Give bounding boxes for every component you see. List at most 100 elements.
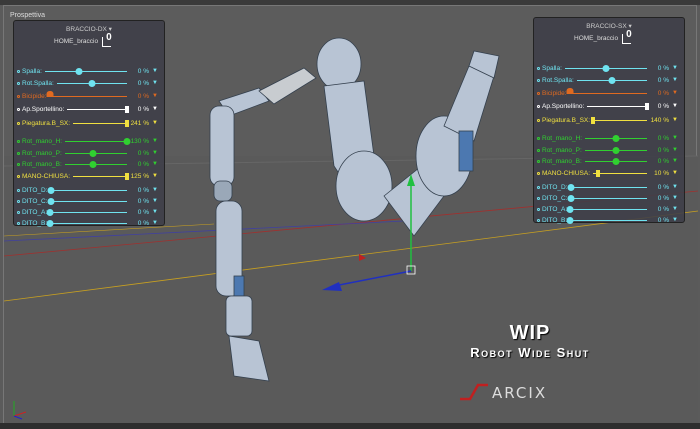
keyframe-dot[interactable] (17, 221, 20, 225)
slider-handle[interactable] (608, 76, 616, 84)
chevron-down-icon[interactable]: ▼ (669, 147, 681, 153)
chevron-down-icon[interactable]: ▼ (669, 184, 681, 190)
slider-handle[interactable] (566, 216, 574, 224)
slider-handle[interactable] (46, 90, 54, 97)
slider-track[interactable] (44, 67, 127, 75)
slider-track[interactable] (73, 119, 129, 127)
keyframe-dot[interactable] (537, 91, 540, 95)
slider-track[interactable] (46, 208, 127, 216)
chevron-down-icon[interactable]: ▼ (149, 120, 161, 126)
keyframe-dot[interactable] (537, 136, 540, 140)
keyframe-dot[interactable] (17, 107, 20, 111)
slider-handle[interactable] (602, 64, 610, 72)
slider-value[interactable]: 0 % (649, 158, 669, 165)
slider-track[interactable] (47, 197, 127, 205)
slider-handle[interactable] (123, 137, 131, 145)
home-button[interactable]: HOME_braccio 0 (54, 32, 113, 48)
slider-value[interactable]: 0 % (649, 184, 669, 191)
panel-title[interactable]: BRACCIO-SX ▾ (534, 22, 684, 30)
slider-value[interactable]: 0 % (129, 150, 149, 157)
slider-track[interactable] (566, 216, 647, 224)
slider-track[interactable] (64, 160, 127, 168)
chevron-down-icon[interactable]: ▼ (149, 150, 161, 156)
slider-handle[interactable] (75, 67, 83, 75)
slider-value[interactable]: 125 % (129, 173, 149, 180)
keyframe-dot[interactable] (17, 69, 20, 73)
keyframe-dot[interactable] (537, 171, 540, 175)
chevron-down-icon[interactable]: ▼ (669, 65, 681, 71)
chevron-down-icon[interactable]: ▼ (669, 90, 681, 96)
slider-value[interactable]: 0 % (129, 198, 149, 205)
slider-track[interactable] (567, 194, 647, 202)
slider-track[interactable] (593, 169, 647, 177)
keyframe-dot[interactable] (17, 162, 20, 166)
panel-title[interactable]: BRACCIO-DX ▾ (14, 25, 164, 33)
slider-value[interactable]: 0 % (649, 135, 669, 142)
home-button[interactable]: HOME_braccio 0 (574, 29, 633, 45)
slider-track[interactable] (566, 205, 647, 213)
slider-track[interactable] (585, 134, 647, 142)
chevron-down-icon[interactable]: ▼ (149, 68, 161, 74)
keyframe-dot[interactable] (17, 139, 20, 143)
timeline-ruler[interactable] (0, 423, 700, 429)
slider-handle[interactable] (89, 160, 97, 168)
slider-value[interactable]: 0 % (129, 93, 149, 100)
slider-handle[interactable] (566, 205, 574, 213)
keyframe-dot[interactable] (17, 81, 20, 85)
slider-value[interactable]: 0 % (129, 80, 149, 87)
slider-handle[interactable] (612, 157, 620, 165)
slider-handle[interactable] (596, 169, 601, 177)
slider-handle[interactable] (47, 197, 55, 205)
keyframe-dot[interactable] (537, 159, 540, 163)
slider-track[interactable] (46, 219, 127, 227)
chevron-down-icon[interactable]: ▼ (149, 161, 161, 167)
slider-handle[interactable] (46, 208, 54, 216)
slider-track[interactable] (564, 64, 647, 72)
slider-handle[interactable] (567, 194, 575, 202)
slider-value[interactable]: 0 % (649, 147, 669, 154)
slider-track[interactable] (64, 149, 127, 157)
slider-value[interactable]: 0 % (649, 90, 669, 97)
keyframe-dot[interactable] (17, 94, 20, 98)
chevron-down-icon[interactable]: ▼ (149, 187, 161, 193)
keyframe-dot[interactable] (537, 207, 540, 211)
slider-track[interactable] (584, 146, 647, 154)
slider-handle[interactable] (612, 134, 620, 142)
chevron-down-icon[interactable]: ▼ (669, 77, 681, 83)
slider-handle[interactable] (47, 186, 55, 194)
slider-track[interactable] (584, 157, 647, 165)
slider-value[interactable]: 0 % (649, 103, 669, 110)
slider-value[interactable]: 0 % (649, 77, 669, 84)
slider-value[interactable]: 0 % (649, 217, 669, 224)
slider-handle[interactable] (566, 87, 574, 94)
slider-handle[interactable] (88, 79, 96, 87)
keyframe-dot[interactable] (17, 151, 20, 155)
keyframe-dot[interactable] (537, 185, 540, 189)
chevron-down-icon[interactable]: ▼ (149, 220, 161, 226)
slider-track[interactable] (587, 102, 649, 110)
slider-value[interactable]: 0 % (649, 65, 669, 72)
slider-track[interactable] (56, 79, 127, 87)
keyframe-dot[interactable] (17, 210, 20, 214)
slider-handle[interactable] (591, 116, 596, 124)
slider-value[interactable]: 0 % (129, 187, 149, 194)
slider-track[interactable] (73, 172, 129, 180)
keyframe-dot[interactable] (17, 174, 20, 178)
chevron-down-icon[interactable]: ▼ (669, 117, 681, 123)
chevron-down-icon[interactable]: ▼ (149, 80, 161, 86)
slider-value[interactable]: 130 % (129, 138, 149, 145)
chevron-down-icon[interactable]: ▼ (149, 138, 161, 144)
slider-track[interactable] (67, 105, 129, 113)
slider-track[interactable] (566, 87, 647, 94)
slider-value[interactable]: 241 % (129, 120, 149, 127)
keyframe-dot[interactable] (537, 104, 540, 108)
chevron-down-icon[interactable]: ▼ (149, 173, 161, 179)
slider-value[interactable]: 0 % (129, 161, 149, 168)
slider-track[interactable] (591, 116, 647, 124)
chevron-down-icon[interactable]: ▼ (149, 198, 161, 204)
slider-value[interactable]: 0 % (649, 195, 669, 202)
keyframe-dot[interactable] (537, 78, 540, 82)
chevron-down-icon[interactable]: ▼ (669, 158, 681, 164)
keyframe-dot[interactable] (17, 188, 20, 192)
chevron-down-icon[interactable]: ▼ (149, 106, 161, 112)
